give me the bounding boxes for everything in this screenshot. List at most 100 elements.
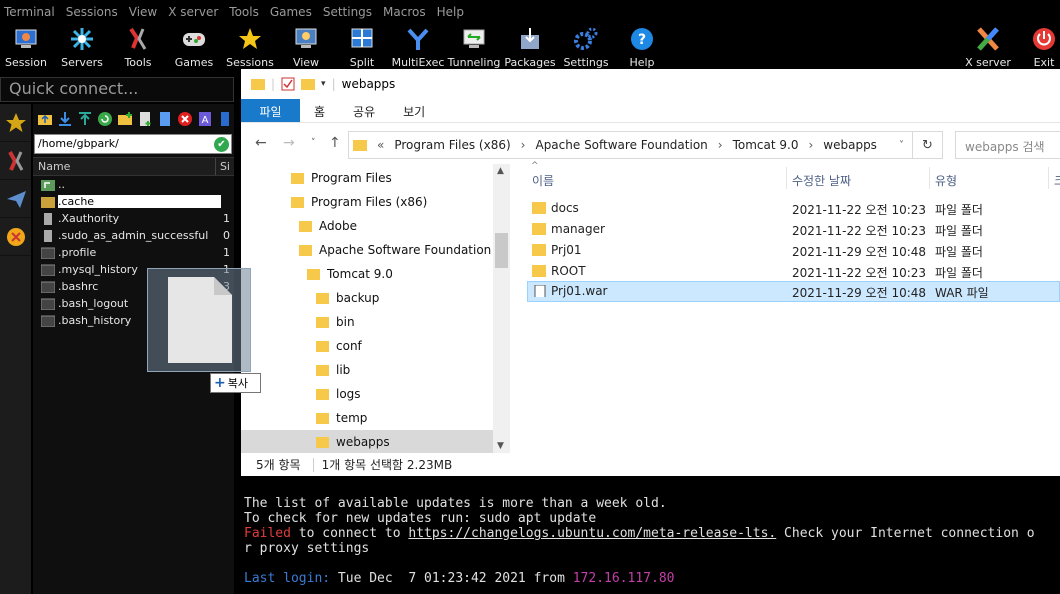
menu-games[interactable]: Games [266, 5, 319, 19]
forward-arrow-icon[interactable]: → [283, 135, 295, 151]
tree-item-selected[interactable]: webapps [241, 430, 493, 453]
column-type[interactable]: 유형 [935, 172, 957, 189]
new-folder-quick-icon[interactable] [301, 78, 316, 90]
sftp-tab[interactable] [0, 180, 31, 218]
up-arrow-icon[interactable]: ↑ [329, 135, 341, 151]
tree-item[interactable]: bin [316, 310, 355, 334]
sessions-tab[interactable] [0, 104, 31, 142]
help-button[interactable]: ? Help [614, 24, 670, 72]
tree-item[interactable]: backup [316, 286, 379, 310]
exit-button[interactable]: Exit [1016, 24, 1060, 72]
view-button[interactable]: View [278, 24, 334, 72]
properties-check-icon[interactable] [281, 77, 295, 91]
menu-macros[interactable]: Macros [379, 5, 433, 19]
menu-x-server[interactable]: X server [164, 5, 225, 19]
sessions-button[interactable]: Sessions [222, 24, 278, 72]
column-name[interactable]: Name [33, 158, 216, 175]
session-button[interactable]: Session [0, 24, 54, 72]
search-input[interactable]: webapps 검색 [955, 131, 1060, 159]
tab-home[interactable]: 홈 [300, 99, 339, 122]
quick-connect-input[interactable]: Quick connect... [0, 77, 234, 102]
folder-up-icon[interactable] [37, 111, 53, 127]
breadcrumb-chevron-icon[interactable]: › [521, 138, 526, 152]
tools-tab[interactable] [0, 142, 31, 180]
macros-tab[interactable] [0, 218, 31, 256]
list-item[interactable]: docs 2021-11-22 오전 10:23 파일 폴더 [527, 198, 1060, 219]
terminal-link[interactable]: https://changelogs.ubuntu.com/meta-relea… [408, 526, 776, 541]
tree-item[interactable]: Apache Software Foundation [299, 238, 491, 262]
scroll-up-icon[interactable]: ▲ [497, 166, 504, 176]
tree-item[interactable]: logs [316, 382, 361, 406]
tree-item[interactable]: lib [316, 358, 350, 382]
list-item[interactable]: .. [33, 176, 234, 193]
column-name[interactable]: 이름 [532, 172, 554, 189]
follow-terminal-check-icon[interactable]: ✔ [214, 137, 229, 152]
column-modified[interactable]: 수정한 날짜 [792, 172, 851, 189]
breadcrumb-chevron-icon[interactable]: › [808, 138, 813, 152]
servers-button[interactable]: Servers [54, 24, 110, 72]
terminal-output[interactable]: The list of available updates is more th… [241, 476, 1060, 594]
refresh-icon[interactable]: ↻ [913, 131, 943, 159]
breadcrumb-overflow[interactable]: « [377, 138, 384, 152]
terminal-file-icon [41, 247, 55, 259]
menu-sessions[interactable]: Sessions [62, 5, 125, 19]
tree-item[interactable]: Tomcat 9.0 [307, 262, 393, 286]
list-item[interactable]: Prj01 2021-11-29 오전 10:48 파일 폴더 [527, 240, 1060, 261]
tree-item[interactable]: Program Files (x86) [291, 190, 427, 214]
menu-terminal[interactable]: Terminal [0, 5, 62, 19]
breadcrumb-item[interactable]: webapps [823, 138, 877, 152]
settings-button[interactable]: Settings [558, 24, 614, 72]
multiexec-button[interactable]: MultiExec [390, 24, 446, 72]
tree-item[interactable]: Program Files [291, 166, 392, 190]
packages-button[interactable]: Packages [502, 24, 558, 72]
list-item[interactable]: ROOT 2021-11-22 오전 10:23 파일 폴더 [527, 261, 1060, 282]
list-item[interactable]: manager 2021-11-22 오전 10:23 파일 폴더 [527, 219, 1060, 240]
refresh-icon[interactable] [97, 111, 113, 127]
column-size[interactable]: Si [216, 158, 234, 175]
tunneling-button[interactable]: Tunneling [446, 24, 502, 72]
upload-icon[interactable] [77, 111, 93, 127]
address-dropdown-icon[interactable]: ˅ [899, 140, 904, 151]
scroll-thumb[interactable] [495, 233, 508, 268]
column-size[interactable]: 크 [1054, 172, 1060, 189]
list-item-selected[interactable]: Prj01.war 2021-11-29 오전 10:48 WAR 파일 [527, 281, 1060, 302]
scroll-down-icon[interactable]: ▼ [497, 441, 504, 451]
tree-scrollbar[interactable]: ▲ ▼ [493, 164, 510, 453]
menu-settings[interactable]: Settings [319, 5, 379, 19]
tab-view[interactable]: 보기 [389, 99, 439, 122]
new-file-icon[interactable] [137, 111, 153, 127]
list-item[interactable]: .cache [33, 193, 234, 210]
side-tabs [0, 104, 31, 594]
split-icon [349, 26, 375, 52]
breadcrumb-chevron-icon[interactable]: › [718, 138, 723, 152]
menu-tools[interactable]: Tools [225, 5, 266, 19]
tab-file[interactable]: 파일 [241, 99, 300, 122]
document-icon[interactable] [157, 111, 173, 127]
delete-icon[interactable] [177, 111, 193, 127]
address-breadcrumb[interactable]: « Program Files (x86) › Apache Software … [348, 131, 913, 159]
tree-item[interactable]: temp [316, 406, 367, 430]
recent-chevron-icon[interactable]: ˅ [311, 138, 316, 148]
list-item[interactable]: .profile 1 [33, 244, 234, 261]
tree-item[interactable]: conf [316, 334, 362, 358]
download-icon[interactable] [57, 111, 73, 127]
list-item[interactable]: .Xauthority 1 [33, 210, 234, 227]
breadcrumb-item[interactable]: Apache Software Foundation [535, 138, 707, 152]
menu-help[interactable]: Help [433, 5, 471, 19]
menu-view[interactable]: View [125, 5, 164, 19]
tab-share[interactable]: 공유 [339, 99, 389, 122]
list-item[interactable]: .sudo_as_admin_successful 0 [33, 227, 234, 244]
customize-quick-access-icon[interactable]: ▾ [321, 79, 326, 89]
rename-icon[interactable]: A [197, 111, 213, 127]
x-server-button[interactable]: X server [960, 24, 1016, 72]
back-arrow-icon[interactable]: ← [255, 135, 267, 151]
games-button[interactable]: Games [166, 24, 222, 72]
properties-icon[interactable] [217, 111, 233, 127]
tree-item[interactable]: Adobe [299, 214, 357, 238]
sftp-path-input[interactable]: /home/gbpark/ ✔ [34, 134, 232, 154]
split-button[interactable]: Split [334, 24, 390, 72]
breadcrumb-item[interactable]: Tomcat 9.0 [733, 138, 799, 152]
new-folder-icon[interactable] [117, 111, 133, 127]
tools-button[interactable]: Tools [110, 24, 166, 72]
breadcrumb-item[interactable]: Program Files (x86) [394, 138, 510, 152]
